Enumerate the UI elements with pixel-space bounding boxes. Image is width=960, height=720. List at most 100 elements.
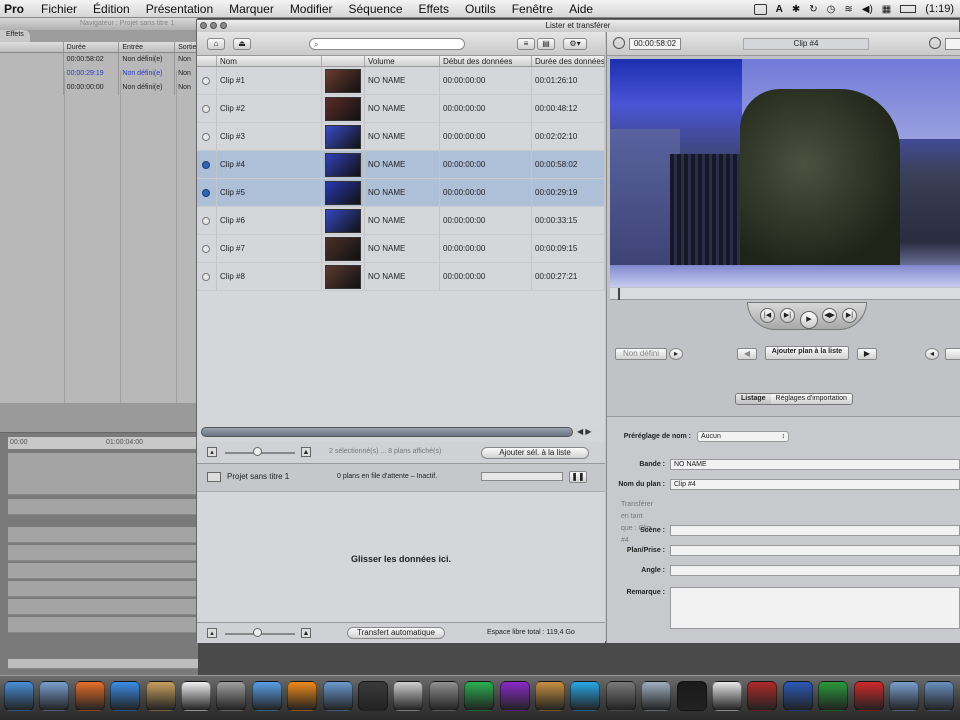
clapper-icon[interactable] [393, 681, 424, 711]
spotify-icon[interactable] [464, 681, 495, 711]
photo-icon[interactable] [216, 681, 247, 711]
col-sortie[interactable]: Sortie [175, 42, 198, 52]
purple-app-icon[interactable] [499, 681, 530, 711]
drop-zone[interactable]: Glisser les données ici. [197, 492, 605, 622]
transfer-status-icon[interactable] [202, 245, 210, 253]
scroll-arrows[interactable]: ◀ ▶ [577, 427, 592, 436]
photobooth-icon[interactable] [747, 681, 778, 711]
small-size-icon[interactable]: ▴ [207, 447, 217, 457]
play-icon[interactable]: ▶ [800, 311, 818, 329]
finalcut-icon[interactable] [676, 681, 707, 711]
video-track[interactable] [8, 453, 198, 495]
transfer-status-icon[interactable] [202, 161, 210, 169]
imovie-icon[interactable] [358, 681, 388, 711]
previous-icon[interactable]: |◀ [760, 308, 775, 323]
time-machine-icon[interactable]: ◷ [827, 4, 836, 15]
menu-marquer[interactable]: Marquer [221, 2, 282, 16]
safari-icon[interactable] [110, 681, 141, 711]
menu-effets[interactable]: Effets [411, 2, 457, 16]
col-debut[interactable]: Début des données [440, 56, 532, 66]
auto-transfer-button[interactable]: Transfert automatique [347, 627, 445, 639]
package-icon[interactable] [535, 681, 565, 711]
upload-icon[interactable] [605, 681, 636, 711]
system-prefs-icon[interactable] [428, 681, 459, 711]
menu-fenetre[interactable]: Fenêtre [504, 2, 561, 16]
volume-icon[interactable]: ◀) [862, 4, 873, 15]
table-row[interactable]: 00:00:29:19 Non défini(e) Non [0, 67, 198, 81]
zoom-icon[interactable] [220, 22, 227, 29]
tab-import-settings[interactable]: Réglages d'importation [770, 394, 852, 404]
current-timecode[interactable] [945, 38, 960, 50]
audio-track[interactable] [8, 499, 198, 515]
thumb-view-button[interactable]: ▤ [537, 38, 555, 50]
camera-icon[interactable] [641, 681, 672, 711]
audio-track[interactable] [8, 563, 198, 579]
timeline-scrollbar[interactable] [8, 659, 198, 669]
audio-track[interactable] [8, 599, 198, 615]
preview-icon[interactable] [39, 681, 70, 711]
scrubber-bar[interactable] [610, 288, 960, 300]
finder-icon[interactable] [4, 681, 34, 711]
small-size-icon[interactable]: ▴ [207, 628, 217, 638]
menu-aide[interactable]: Aide [561, 2, 601, 16]
playhead-icon[interactable] [618, 288, 620, 300]
play-in-out-icon[interactable]: ▶| [780, 308, 795, 323]
plan-field[interactable] [670, 545, 960, 556]
transfer-status-icon[interactable] [202, 189, 210, 197]
word-icon[interactable] [782, 681, 813, 711]
menu-sequence[interactable]: Séquence [341, 2, 411, 16]
gear-icon[interactable]: ⚙▾ [563, 38, 587, 50]
battery-icon[interactable] [900, 5, 917, 13]
tab-listage[interactable]: Listage [736, 394, 771, 404]
menu-presentation[interactable]: Présentation [138, 2, 221, 16]
pause-button[interactable]: ❚❚ [569, 471, 587, 483]
go-to-in-icon[interactable]: ◀ [737, 348, 757, 360]
large-size-icon[interactable]: ▲ [301, 447, 311, 457]
itunes-icon[interactable] [251, 681, 282, 711]
flag-icon[interactable]: ▦ [882, 4, 891, 15]
transfer-status-icon[interactable] [202, 133, 210, 141]
scene-field[interactable] [670, 525, 960, 536]
timeline-ruler[interactable]: 00:00 01:00:04:00 [8, 437, 198, 449]
screen-icon[interactable] [753, 3, 767, 15]
firefox-icon[interactable] [74, 681, 105, 711]
folder-icon[interactable] [889, 681, 919, 711]
transfer-status-icon[interactable] [202, 273, 210, 281]
clock-text[interactable]: (1:19) [925, 3, 954, 15]
menu-fichier[interactable]: Fichier [33, 2, 85, 16]
list-view-button[interactable]: ≡ [517, 38, 535, 50]
bluetooth-icon[interactable]: ✱ [792, 4, 800, 15]
search-input[interactable]: ⌕ [309, 38, 465, 50]
skype-icon[interactable] [570, 681, 601, 711]
table-row[interactable]: Clip #5 NO NAME 00:00:00:00 00:00:29:19 [197, 179, 605, 207]
table-row[interactable]: Clip #2 NO NAME 00:00:00:00 00:00:48:12 [197, 95, 605, 123]
col-duree[interactable]: Durée [64, 42, 120, 52]
go-to-out-icon[interactable]: ▶ [857, 348, 877, 360]
calendar-icon[interactable] [181, 681, 211, 711]
notes-icon[interactable] [145, 681, 176, 711]
magnet-icon[interactable] [853, 681, 884, 711]
wifi-icon[interactable]: ≋ [844, 4, 852, 15]
downloads-icon[interactable] [924, 681, 955, 711]
transfer-status-icon[interactable] [202, 217, 210, 225]
transfer-status-icon[interactable] [202, 105, 210, 113]
adobe-icon[interactable]: A [776, 4, 783, 15]
add-clip-button[interactable]: Ajouter plan à la liste [765, 346, 849, 360]
next-icon[interactable]: ▶| [842, 308, 857, 323]
audio-track[interactable] [8, 527, 198, 543]
excel-icon[interactable] [818, 681, 849, 711]
tab-effets[interactable]: Effets [0, 30, 30, 42]
table-row[interactable]: 00:00:00:00 Non défini(e) Non [0, 81, 198, 95]
table-row[interactable]: 00:00:58:02 Non défini(e) Non [0, 53, 198, 67]
preset-select[interactable]: Aucun ↕ [697, 431, 789, 442]
out-point-field[interactable] [945, 348, 960, 360]
table-row[interactable]: Clip #3 NO NAME 00:00:00:00 00:02:02:10 [197, 123, 605, 151]
add-selection-button[interactable]: Ajouter sél. à la liste [481, 447, 589, 459]
close-icon[interactable] [200, 22, 207, 29]
textedit-icon[interactable] [712, 681, 742, 711]
large-size-icon[interactable]: ▲ [301, 628, 311, 638]
slider-knob[interactable] [253, 628, 262, 637]
audio-track[interactable] [8, 617, 198, 633]
menu-outils[interactable]: Outils [457, 2, 504, 16]
duration-timecode[interactable]: 00:00:58:02 [629, 38, 681, 50]
